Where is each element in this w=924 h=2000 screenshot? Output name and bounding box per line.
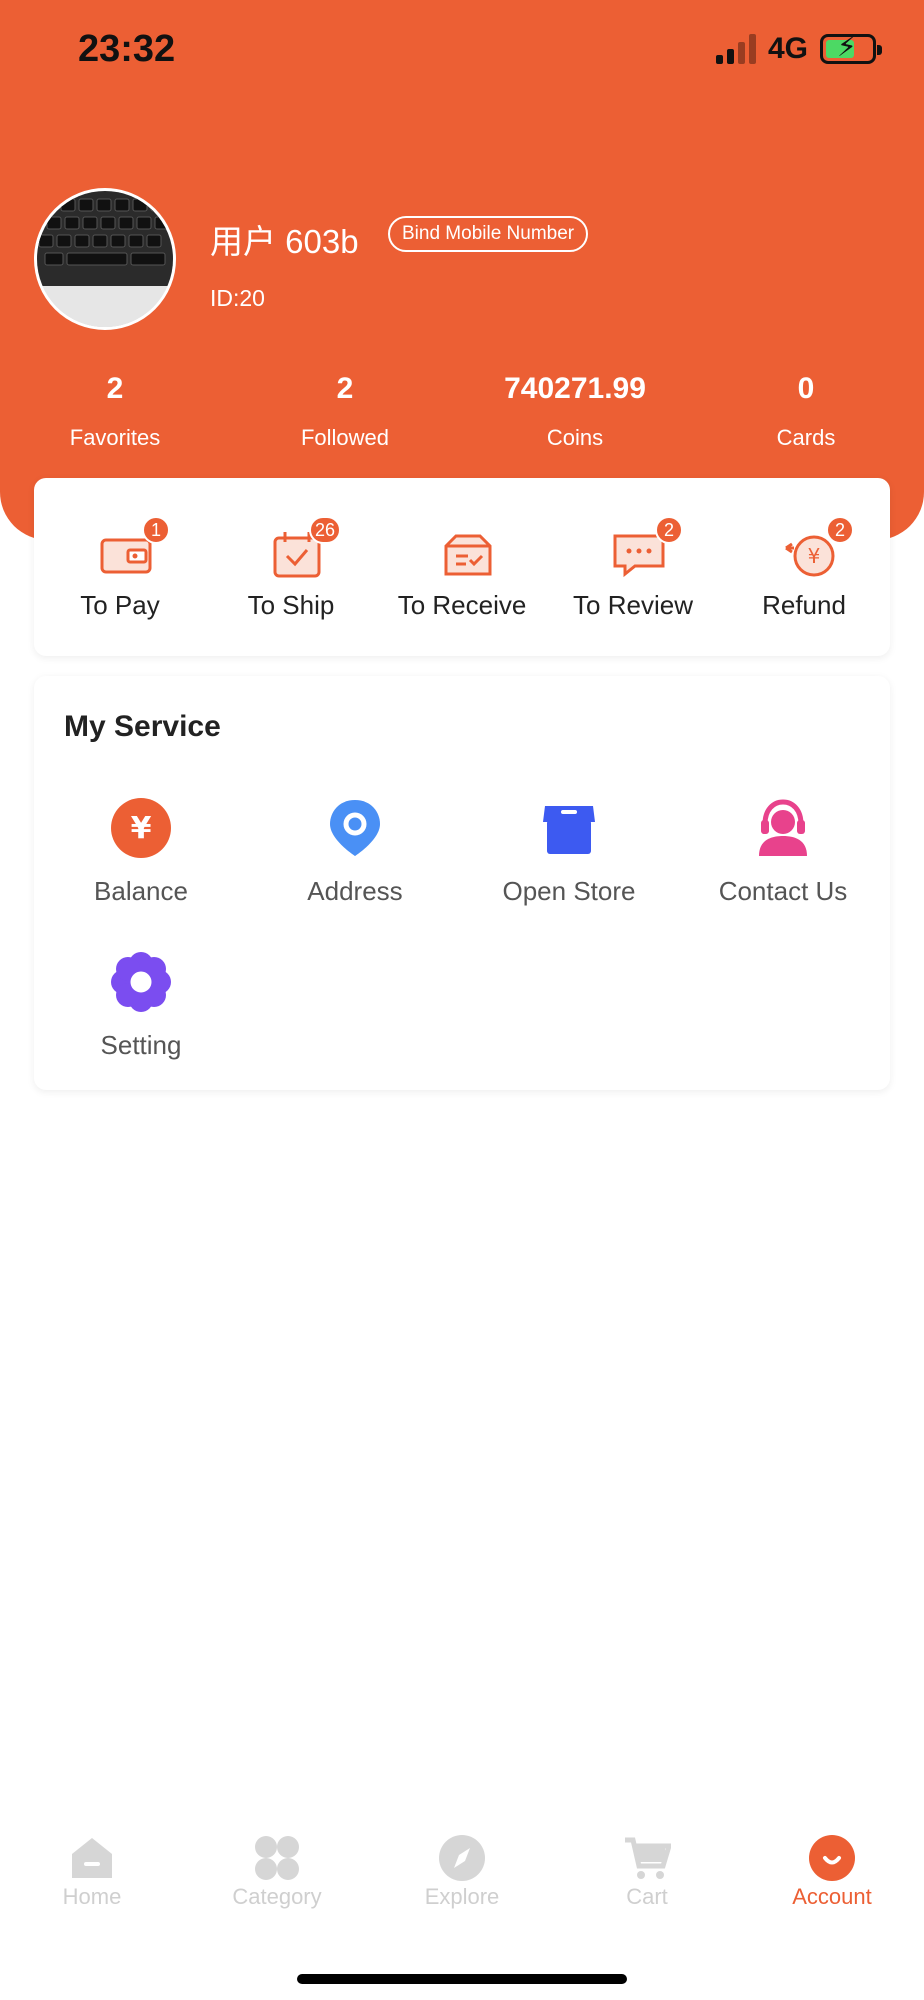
my-service-card: My Service ¥ Balance Address Open Store: [34, 676, 890, 1090]
tab-label: Cart: [626, 1884, 668, 1909]
compass-icon: [439, 1835, 485, 1881]
stat-cards[interactable]: 0 Cards: [706, 372, 906, 451]
stat-value: 0: [797, 372, 815, 405]
order-label: To Pay: [80, 590, 160, 620]
avatar[interactable]: [34, 188, 176, 330]
stat-favorites[interactable]: 2 Favorites: [15, 372, 215, 451]
stat-followed[interactable]: 2 Followed: [245, 372, 445, 451]
service-open-store[interactable]: Open Store: [462, 798, 676, 918]
home-icon: [72, 1838, 112, 1878]
yen-coin-icon: ¥: [111, 798, 171, 858]
bind-mobile-button[interactable]: Bind Mobile Number: [388, 216, 589, 252]
orders-card: 1 To Pay 26 To Ship To Receive 2 To Revi…: [34, 478, 890, 656]
order-badge: 2: [655, 516, 683, 544]
stat-label: Cards: [776, 425, 836, 450]
headset-agent-icon: [759, 799, 807, 856]
stat-value: 2: [106, 372, 124, 405]
tab-label: Home: [62, 1884, 122, 1909]
order-to-pay[interactable]: 1 To Pay: [34, 478, 206, 656]
order-label: To Receive: [397, 590, 527, 620]
order-to-receive[interactable]: To Receive: [376, 478, 548, 656]
service-balance[interactable]: ¥ Balance: [34, 798, 248, 918]
service-label: Contact Us: [718, 876, 848, 906]
order-refund[interactable]: ¥ 2 Refund: [718, 478, 890, 656]
bottom-tab-bar: Home Category Explore Cart Account: [0, 1814, 924, 1924]
user-name: 用户 603b: [210, 223, 359, 260]
service-contact-us[interactable]: Contact Us: [676, 798, 890, 918]
stat-value: 740271.99: [504, 372, 646, 405]
order-badge: 2: [826, 516, 854, 544]
service-label: Balance: [94, 876, 188, 906]
stat-label: Followed: [300, 425, 390, 450]
status-indicators: 4G ⚡: [715, 32, 882, 66]
cart-icon: [625, 1837, 671, 1879]
battery-charging-icon: ⚡: [820, 33, 882, 64]
tab-account[interactable]: Account: [740, 1814, 924, 1924]
user-id: ID:20: [210, 285, 265, 311]
category-icon: [255, 1836, 299, 1880]
profile-stats: 2 Favorites 2 Followed 740271.99 Coins 0…: [0, 372, 924, 472]
svg-text:¥: ¥: [131, 811, 152, 846]
svg-text:¥: ¥: [808, 544, 821, 568]
order-label: To Ship: [247, 590, 335, 620]
service-setting[interactable]: Setting: [34, 952, 248, 1072]
order-badge: 1: [142, 516, 170, 544]
tab-explore[interactable]: Explore: [370, 1814, 554, 1924]
service-label: Setting: [100, 1030, 182, 1060]
tab-label: Explore: [424, 1884, 500, 1909]
tab-label: Account: [792, 1884, 872, 1909]
store-icon: [543, 806, 595, 854]
network-type: 4G: [767, 32, 808, 65]
order-to-review[interactable]: 2 To Review: [547, 478, 719, 656]
tab-cart[interactable]: Cart: [555, 1814, 739, 1924]
status-bar: 23:32 4G ⚡: [0, 0, 924, 100]
keyboard-photo: [37, 191, 173, 327]
signal-strength-icon: [715, 34, 756, 64]
stat-label: Favorites: [69, 425, 161, 450]
service-label: Address: [307, 876, 403, 906]
status-time: 23:32: [78, 28, 176, 70]
location-pin-icon: [330, 800, 380, 856]
order-label: Refund: [762, 590, 846, 620]
tab-category[interactable]: Category: [185, 1814, 369, 1924]
tab-label: Category: [232, 1884, 322, 1909]
account-icon: [809, 1835, 855, 1881]
service-label: Open Store: [502, 876, 636, 906]
home-indicator: [297, 1974, 627, 1984]
order-to-ship[interactable]: 26 To Ship: [205, 478, 377, 656]
settings-flower-icon: [111, 952, 171, 1012]
stat-label: Coins: [546, 425, 604, 450]
order-badge: 26: [309, 516, 342, 544]
tab-home[interactable]: Home: [0, 1814, 184, 1924]
order-label: To Review: [573, 590, 693, 620]
service-address[interactable]: Address: [248, 798, 462, 918]
package-icon: [444, 534, 492, 576]
stat-coins[interactable]: 740271.99 Coins: [475, 372, 675, 451]
stat-value: 2: [336, 372, 354, 405]
service-title: My Service: [64, 710, 221, 743]
